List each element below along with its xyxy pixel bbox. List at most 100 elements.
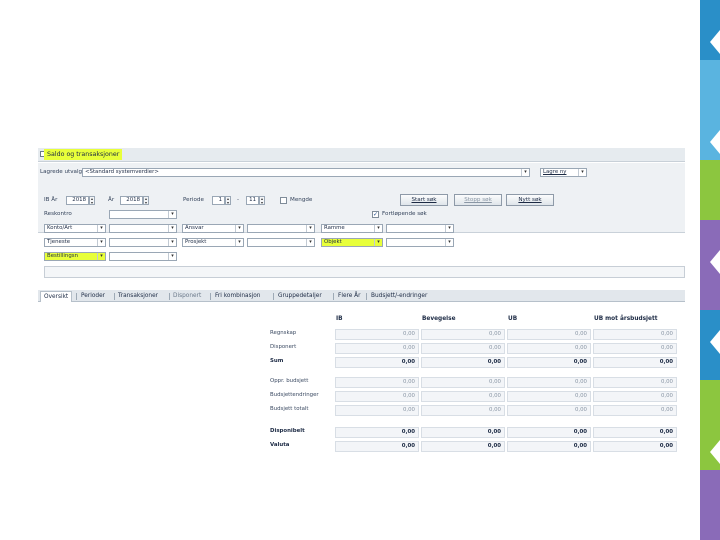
- summary-cell: 0,00: [507, 343, 591, 354]
- dimension-bestilling-select[interactable]: Bestillingsn ▾: [44, 252, 106, 261]
- window-title: Saldo og transaksjoner: [44, 149, 123, 160]
- chevron-down-icon: ▾: [445, 225, 453, 232]
- ib-year-label: IB År: [44, 197, 58, 203]
- year-spinner[interactable]: ▴ ▾: [143, 196, 149, 205]
- saldo-window: Saldo og transaksjoner Lagrede utvalg <S…: [38, 148, 685, 460]
- summary-cell: 0,00: [335, 427, 419, 438]
- chevron-down-icon: ▾: [235, 239, 243, 246]
- summary-cell: 0,00: [421, 357, 505, 368]
- tab-fri-kombinasjon[interactable]: Fri kombinasjon: [215, 291, 260, 302]
- dimension-objekt-value[interactable]: ▾: [386, 238, 454, 247]
- summary-cell: 0,00: [335, 405, 419, 416]
- chevron-down-icon: ▾: [97, 253, 105, 260]
- summary-cell: 0,00: [421, 329, 505, 340]
- ib-year-spinner[interactable]: ▴ ▾: [89, 196, 95, 205]
- chevron-down-icon: ▾: [445, 239, 453, 246]
- period-to-spinner[interactable]: ▴ ▾: [259, 196, 265, 205]
- saved-search-select[interactable]: <Standard systemverdier> ▾: [82, 168, 530, 177]
- year-input[interactable]: 2018: [120, 196, 143, 205]
- summary-cell: 0,00: [507, 391, 591, 402]
- reskontro-select[interactable]: ▾: [109, 210, 177, 219]
- tab-transaksjoner[interactable]: Transaksjoner: [118, 291, 158, 302]
- dimension-konto-value[interactable]: ▾: [109, 224, 177, 233]
- summary-cell: 0,00: [507, 405, 591, 416]
- summary-cell: 0,00: [421, 427, 505, 438]
- dimension-ansvar-value[interactable]: ▾: [247, 224, 315, 233]
- chevron-down-icon: ▾: [235, 225, 243, 232]
- chevron-down-icon: ▾: [168, 239, 176, 246]
- dimension-ramme-select[interactable]: Ramme ▾: [321, 224, 383, 233]
- saved-search-label: Lagrede utvalg: [40, 169, 83, 175]
- status-bar: [44, 266, 685, 278]
- tab-oversikt[interactable]: Oversikt: [40, 291, 73, 302]
- summary-cell: 0,00: [335, 391, 419, 402]
- summary-cell: 0,00: [593, 329, 677, 340]
- chevron-down-icon: ▾: [306, 239, 314, 246]
- summary-cell: 0,00: [421, 405, 505, 416]
- decorative-side-stripe: [700, 0, 720, 540]
- chevron-down-icon: ▾: [374, 239, 382, 246]
- summary-cell: 0,00: [335, 329, 419, 340]
- summary-cell: 0,00: [507, 377, 591, 388]
- start-search-button[interactable]: Start søk: [400, 194, 448, 206]
- period-from-input[interactable]: 1: [212, 196, 225, 205]
- summary-cell: 0,00: [593, 405, 677, 416]
- summary-row-label: Budsjettendringer: [270, 392, 319, 398]
- summary-row-label: Disponert: [270, 344, 297, 350]
- tab-flere-ar[interactable]: Flere År: [338, 291, 361, 302]
- tab-perioder[interactable]: Perioder: [81, 291, 105, 302]
- column-header-bevegelse: Bevegelse: [422, 316, 456, 322]
- summary-cell: 0,00: [335, 377, 419, 388]
- summary-cell: 0,00: [335, 343, 419, 354]
- summary-row-label: Budsjett totalt: [270, 406, 309, 412]
- new-search-button[interactable]: Nytt søk: [506, 194, 554, 206]
- chevron-down-icon: ▾: [168, 225, 176, 232]
- dimension-bestilling-value[interactable]: ▾: [109, 252, 177, 261]
- dimension-prosjekt-select[interactable]: Prosjekt ▾: [182, 238, 244, 247]
- summary-cell: 0,00: [421, 391, 505, 402]
- summary-cell: 0,00: [335, 357, 419, 368]
- summary-cell: 0,00: [593, 357, 677, 368]
- summary-cell: 0,00: [421, 343, 505, 354]
- summary-cell: 0,00: [507, 427, 591, 438]
- ib-year-input[interactable]: 2018: [66, 196, 89, 205]
- period-separator: -: [237, 197, 240, 203]
- dimension-objekt-select[interactable]: Objekt ▾: [321, 238, 383, 247]
- chevron-down-icon: ▾: [374, 225, 382, 232]
- column-header-ub: UB: [508, 316, 518, 322]
- chevron-down-icon: ▾: [97, 239, 105, 246]
- summary-row-label: Valuta: [270, 442, 290, 448]
- dimension-prosjekt-value[interactable]: ▾: [247, 238, 315, 247]
- period-to-input[interactable]: 11: [246, 196, 259, 205]
- dimension-tjeneste-value[interactable]: ▾: [109, 238, 177, 247]
- chevron-down-icon: ▾: [168, 253, 176, 260]
- reskontro-label: Reskontro: [44, 211, 72, 217]
- stop-search-button[interactable]: Stopp søk: [454, 194, 502, 206]
- continuous-search-checkbox[interactable]: ✓: [372, 211, 379, 218]
- dimension-ansvar-select[interactable]: Ansvar ▾: [182, 224, 244, 233]
- chevron-down-icon: ▾: [168, 211, 176, 218]
- dimension-konto-select[interactable]: Konto/Art ▾: [44, 224, 106, 233]
- summary-row-label: Regnskap: [270, 330, 297, 336]
- period-from-spinner[interactable]: ▴ ▾: [225, 196, 231, 205]
- summary-cell: 0,00: [507, 357, 591, 368]
- quantity-label: Mengde: [290, 197, 313, 203]
- dimension-tjeneste-select[interactable]: Tjeneste ▾: [44, 238, 106, 247]
- year-label: År: [108, 197, 115, 203]
- tab-disponert[interactable]: Disponert: [173, 291, 201, 302]
- summary-cell: 0,00: [593, 391, 677, 402]
- tab-strip: Oversikt Perioder Transaksjoner Disponer…: [38, 290, 685, 302]
- quantity-checkbox[interactable]: [280, 197, 287, 204]
- summary-cell: 0,00: [421, 377, 505, 388]
- summary-cell: 0,00: [593, 343, 677, 354]
- summary-row-label: Disponibelt: [270, 428, 305, 434]
- summary-row-label: Oppr. budsjett: [270, 378, 309, 384]
- dimension-ramme-value[interactable]: ▾: [386, 224, 454, 233]
- chevron-down-icon: ▾: [97, 225, 105, 232]
- tab-gruppedetaljer[interactable]: Gruppedetaljer: [278, 291, 322, 302]
- tab-budsjett-endringer[interactable]: Budsjett/-endringer: [371, 291, 427, 302]
- summary-row-label: Sum: [270, 358, 284, 364]
- chevron-down-icon: ▾: [578, 169, 586, 176]
- summary-cell: 0,00: [421, 441, 505, 452]
- save-new-button[interactable]: Lagre ny ▾: [540, 168, 587, 177]
